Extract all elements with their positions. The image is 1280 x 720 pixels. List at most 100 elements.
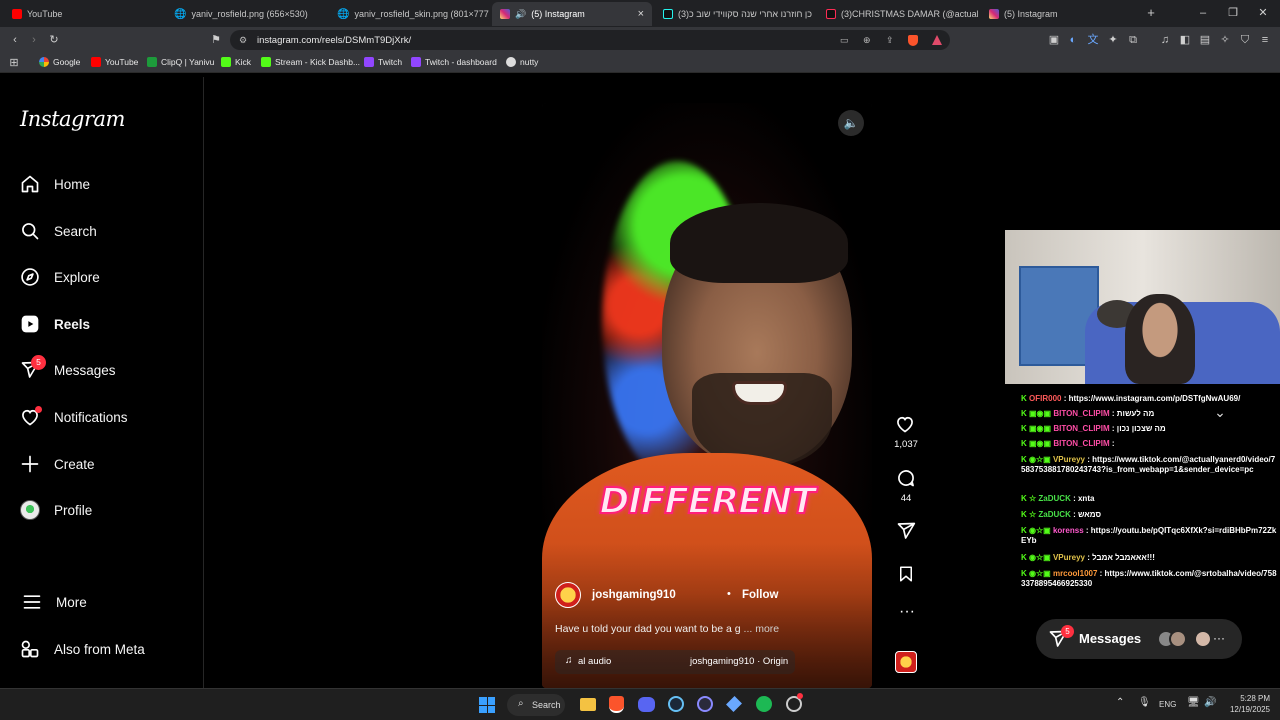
chat-badge-icon: K ☆ (1021, 510, 1037, 519)
new-tab-icon[interactable]: + (1144, 6, 1158, 20)
file-explorer-icon[interactable] (580, 698, 596, 711)
save-button[interactable] (897, 564, 917, 584)
spotify-icon[interactable] (756, 696, 772, 712)
bookmark-label: Twitch (378, 57, 403, 67)
bookmark-icon[interactable]: ⚑ (209, 33, 223, 47)
caption-more[interactable]: ... more (744, 623, 780, 635)
microphone-icon[interactable]: 🎙 (1138, 697, 1151, 708)
back-icon[interactable]: ‹ (8, 33, 22, 47)
bookmark-kick[interactable]: Kick (221, 57, 251, 67)
reel-video[interactable]: DIFFERENT 🔈 joshgaming910 • Follow Have … (542, 103, 872, 688)
sidebar-item-home[interactable]: Home (20, 174, 90, 194)
windows-start-icon[interactable] (479, 697, 495, 713)
tab-instagram-2[interactable]: (5) Instagram (981, 2, 1131, 26)
author-avatar[interactable] (555, 582, 581, 608)
chat-text: : (1111, 439, 1115, 448)
cast-icon[interactable]: ▭ (840, 35, 849, 46)
restore-icon[interactable]: ❐ (1226, 6, 1240, 20)
bookmark-twitch-dashboard[interactable]: Twitch - dashboard (411, 57, 497, 67)
share-button[interactable] (895, 521, 917, 541)
clock-date[interactable]: 12/19/2025 (1222, 705, 1270, 714)
follow-button[interactable]: Follow (742, 589, 778, 601)
network-icon[interactable]: 🖥 (1187, 697, 1200, 708)
reload-icon[interactable]: ↻ (47, 33, 61, 47)
author-username[interactable]: joshgaming910 (592, 589, 676, 601)
tab-yaniv-rosfield[interactable]: 🌐 yaniv_rosfield.png (656×530) (166, 2, 326, 26)
sidebar-also-from-meta[interactable]: Also from Meta (20, 639, 145, 659)
tab-yaniv-rosfield-skin[interactable]: 🌐 yaniv_rosfield_skin.png (801×777) (329, 2, 489, 26)
bookmark-label: Google (53, 57, 81, 67)
tab-instagram-active[interactable]: 🔊 (5) Instagram × (492, 2, 652, 26)
close-icon[interactable]: × (638, 8, 644, 20)
bookmark-google[interactable]: Google (39, 57, 80, 67)
bookmark-label: Twitch - dashboard (425, 57, 497, 67)
search-icon (22, 223, 39, 240)
chat-text: : סמאש (1073, 510, 1102, 519)
bookmark-kick-dashboard[interactable]: Stream - Kick Dashb... (261, 57, 360, 67)
close-window-icon[interactable]: ✕ (1256, 6, 1270, 20)
gallery-icon[interactable]: ▣ (1047, 33, 1061, 47)
steam-icon[interactable] (668, 696, 684, 712)
volume-icon[interactable]: 🔊 (1204, 697, 1216, 708)
like-button[interactable] (894, 414, 918, 434)
sidebar-item-create[interactable]: Create (20, 454, 95, 474)
discord-icon[interactable] (638, 697, 655, 712)
audio-pill[interactable]: ♫ al audio joshgaming910 · Origin (555, 650, 795, 674)
bookmark-twitch[interactable]: Twitch (364, 57, 402, 67)
chat-message: K OFIR000 : https://www.instagram.com/p/… (1021, 394, 1277, 404)
sidebar-item-search[interactable]: Search (20, 221, 97, 241)
tab-tiktok-1[interactable]: (3)ק כן חוזרנו אחרי שנה סקווידי שוב כ (655, 2, 815, 26)
sidebar-item-explore[interactable]: Explore (20, 267, 100, 287)
music-icon[interactable]: ♫ (1158, 33, 1172, 47)
sidebar-item-profile[interactable]: Profile (20, 500, 92, 520)
sidebar-item-reels[interactable]: Reels (20, 314, 90, 334)
translate-icon[interactable]: 文 (1086, 33, 1100, 47)
extension-icon[interactable]: ◐ (1066, 33, 1080, 47)
bookmark-nutty[interactable]: nutty (506, 57, 538, 67)
brave-shield-icon[interactable] (908, 34, 918, 46)
more-options-button[interactable]: ··· (896, 604, 918, 622)
menu-icon[interactable]: ≡ (1258, 33, 1272, 47)
chat-message: K ▣◉▣ BITON_CLIPIM : מה לעשות (1021, 409, 1277, 419)
chevron-up-icon[interactable]: ⌃ (1116, 697, 1124, 708)
taskbar-search-label: Search (532, 700, 561, 710)
brave-icon[interactable] (609, 696, 624, 713)
audio-thumbnail[interactable] (895, 651, 917, 673)
zoom-icon[interactable]: ⊕ (863, 35, 871, 46)
sidebar-toggle-icon[interactable]: ◧ (1178, 33, 1192, 47)
mute-button[interactable]: 🔈 (838, 110, 864, 136)
wallet-icon[interactable]: ▤ (1198, 33, 1212, 47)
screenshot-icon[interactable]: ⧉ (1126, 33, 1140, 47)
url-input[interactable]: ⚙ instagram.com/reels/DSMmT9DjXrk/ ▭ ⊕ ⇪ (230, 30, 950, 50)
language-indicator[interactable]: ENG (1159, 700, 1176, 709)
site-info-icon[interactable]: ⚙ (239, 35, 247, 46)
sidebar-item-notifications[interactable]: Notifications (20, 406, 128, 427)
app-icon[interactable] (786, 693, 803, 712)
leo-ai-icon[interactable]: ✧ (1218, 33, 1232, 47)
tab-youtube[interactable]: YouTube (4, 2, 164, 26)
tab-tiktok-2[interactable]: (3)CHRISTMAS DAMAR (@actuallyar (818, 2, 978, 26)
caption-text: Have u told your dad you want to be a g (555, 623, 741, 635)
apps-grid-icon[interactable]: ⊞ (7, 56, 21, 70)
app-icon[interactable] (697, 696, 713, 712)
brave-rewards-icon[interactable] (932, 35, 942, 45)
bookmark-youtube[interactable]: YouTube (91, 57, 138, 67)
taskbar-search[interactable]: ⌕ Search (507, 694, 565, 716)
forward-icon[interactable]: › (27, 33, 41, 47)
bookmark-clipq[interactable]: ClipQ | Yanivu (147, 57, 214, 67)
chat-username: OFIR000 (1029, 394, 1062, 403)
puzzle-icon[interactable]: ✦ (1106, 33, 1120, 47)
music-note-icon: ♫ (565, 655, 573, 666)
chat-username: mrcool1007 (1052, 569, 1098, 578)
vpn-icon[interactable]: ⛉ (1238, 33, 1252, 47)
messages-pill[interactable]: 5 Messages ··· (1036, 619, 1242, 659)
comment-button[interactable] (895, 468, 917, 488)
sidebar-item-messages[interactable]: 5 Messages (20, 355, 116, 380)
app-icon[interactable] (726, 696, 742, 712)
sidebar-more[interactable]: More (22, 592, 87, 612)
share-icon[interactable]: ⇪ (886, 35, 894, 46)
minimize-icon[interactable]: – (1196, 6, 1210, 20)
clock-time[interactable]: 5:28 PM (1222, 694, 1270, 703)
heart-icon (20, 406, 42, 427)
instagram-logo[interactable]: Instagram (20, 107, 125, 131)
